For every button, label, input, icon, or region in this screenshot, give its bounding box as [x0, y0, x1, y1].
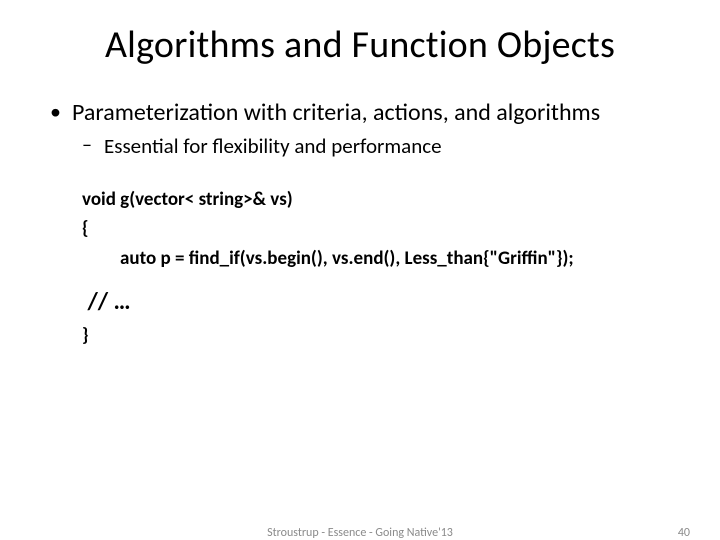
code-line: // …: [82, 283, 672, 320]
code-line: {: [82, 214, 672, 243]
slide-title: Algorithms and Function Objects: [0, 0, 720, 68]
page-number: 40: [678, 526, 690, 540]
bullet-level1: Parameterization with criteria, actions,…: [48, 98, 672, 127]
bullet-level2: Essential for flexibility and performanc…: [48, 133, 672, 159]
footer-text: Stroustrup - Essence - Going Native'13: [267, 526, 453, 540]
code-line: void g(vector< string>& vs): [82, 185, 672, 214]
slide: Algorithms and Function Objects Paramete…: [0, 0, 720, 540]
slide-body: Parameterization with criteria, actions,…: [0, 68, 720, 350]
code-block: void g(vector< string>& vs) { auto p = f…: [48, 185, 672, 350]
code-line: }: [82, 321, 672, 350]
code-line: auto p = find_if(vs.begin(), vs.end(), L…: [82, 244, 672, 273]
